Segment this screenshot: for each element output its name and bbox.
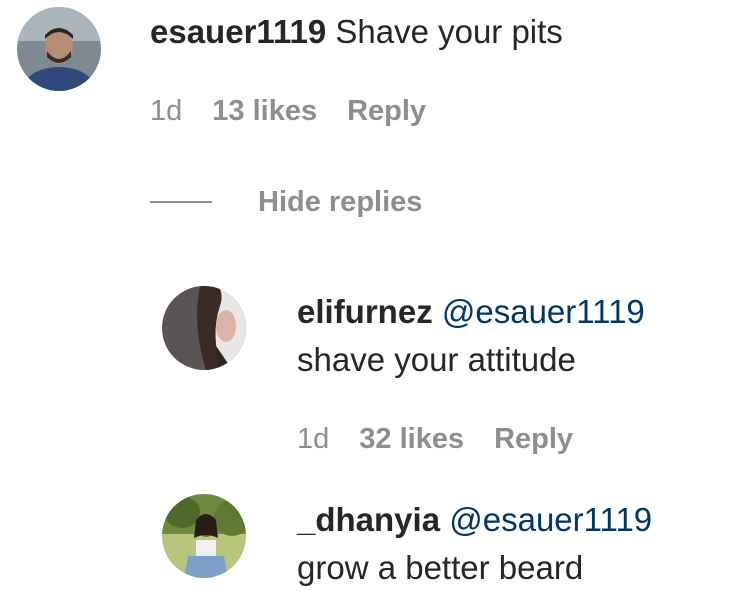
hide-replies-divider <box>150 201 212 203</box>
reply-text: shave your attitude <box>297 341 576 378</box>
reply-time: 1d <box>297 423 330 455</box>
comment-text-line: esauer1119 Shave your pits <box>150 12 563 52</box>
hide-replies-label: Hide replies <box>258 185 423 218</box>
avatar-esauer1119[interactable] <box>17 7 101 91</box>
avatar-elifurnez[interactable] <box>162 286 246 370</box>
reply-mention[interactable]: @esauer1119 <box>442 293 645 330</box>
reply-text: grow a better beard <box>297 549 584 586</box>
reply-header-line: _dhanyia @esauer1119 <box>297 500 652 540</box>
avatar-photo-icon <box>162 286 246 370</box>
comment-time: 1d <box>150 95 183 127</box>
comment-text: Shave your pits <box>326 13 563 50</box>
avatar-photo-icon <box>17 7 101 91</box>
avatar-photo-icon <box>162 494 246 578</box>
comment-username[interactable]: esauer1119 <box>150 13 326 50</box>
comment-thread: esauer1119 Shave your pits 1d 13 likes Rep… <box>0 0 754 613</box>
hide-replies-button[interactable]: Hide replies <box>150 182 422 222</box>
comment-reply-button[interactable]: Reply <box>347 95 426 127</box>
reply-reply-button[interactable]: Reply <box>494 423 573 455</box>
reply-mention[interactable]: @esauer1119 <box>449 501 652 538</box>
avatar-dhanyia[interactable] <box>162 494 246 578</box>
comment-meta: 1d 13 likes Reply <box>150 93 456 129</box>
reply-likes[interactable]: 32 likes <box>359 423 464 455</box>
reply-header-line: elifurnez @esauer1119 <box>297 292 645 332</box>
comment-likes[interactable]: 13 likes <box>212 95 317 127</box>
reply-username[interactable]: elifurnez <box>297 293 433 330</box>
reply-meta: 1d 32 likes Reply <box>297 421 603 457</box>
reply-username[interactable]: _dhanyia <box>297 501 440 538</box>
